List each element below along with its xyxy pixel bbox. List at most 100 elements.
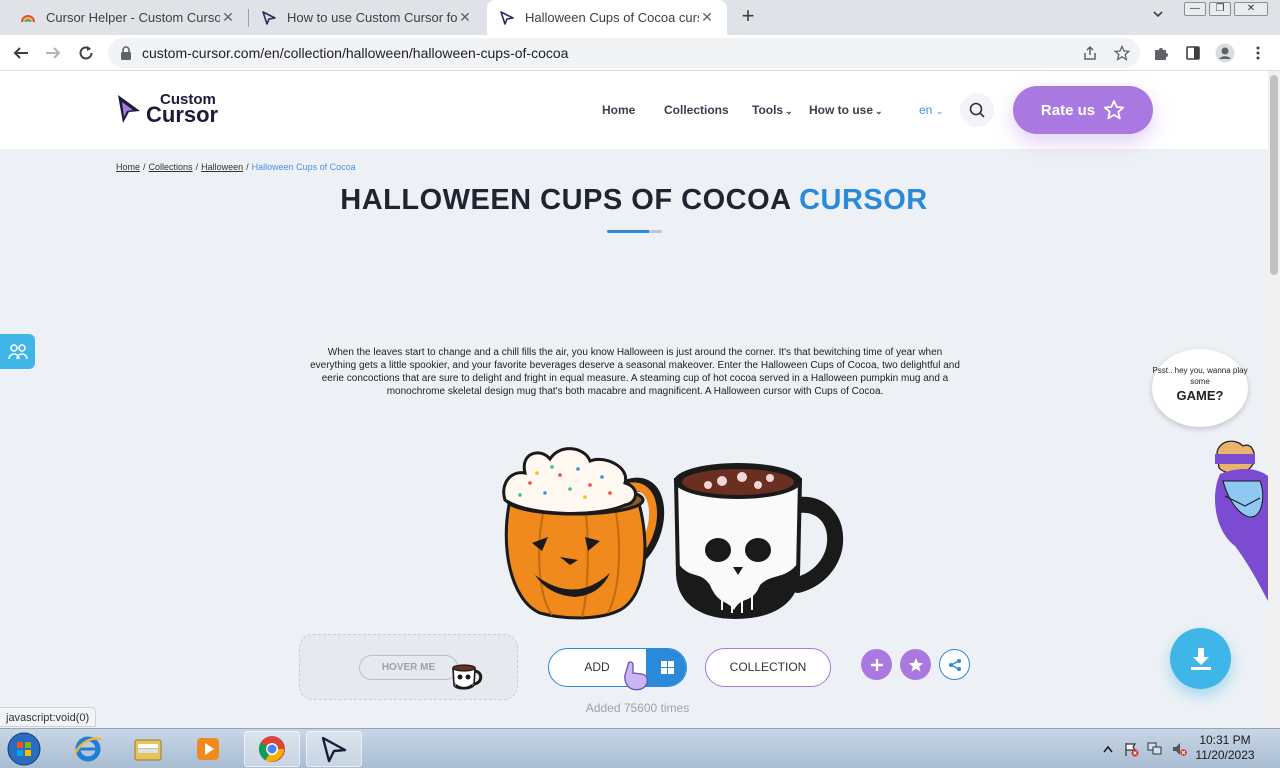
rate-us-button[interactable]: Rate us [1013, 86, 1153, 134]
restore-window-button[interactable]: ❐ [1209, 2, 1231, 16]
language-selector[interactable]: en ⌄ [919, 103, 943, 117]
forward-arrow-icon[interactable] [41, 41, 65, 65]
share-nodes-icon [948, 658, 961, 671]
collection-button[interactable]: COLLECTION [705, 648, 831, 687]
taskbar-custom-cursor-app[interactable] [306, 731, 362, 767]
added-count-text: Added 75600 times [585, 701, 690, 715]
browser-tab-1[interactable]: Cursor Helper - Custom Cursor ✕ [8, 0, 248, 35]
reload-icon[interactable] [74, 41, 98, 65]
cursor-description: When the leaves start to change and a ch… [310, 347, 960, 397]
more-menu-icon[interactable] [1248, 43, 1268, 63]
search-icon [969, 102, 985, 118]
star-icon [908, 657, 923, 671]
game-speech-bubble[interactable]: Psst.. hey you, wanna play some GAME? [1152, 349, 1248, 427]
address-bar[interactable]: custom-cursor.com/en/collection/hallowee… [108, 38, 1140, 68]
taskbar-file-explorer[interactable] [120, 731, 176, 767]
scrollbar-thumb[interactable] [1270, 75, 1278, 275]
tab-title: Halloween Cups of Cocoa cursor [525, 10, 699, 25]
profile-avatar-icon[interactable] [1215, 43, 1235, 63]
nav-how-to-use[interactable]: How to use ⌄ [809, 103, 883, 117]
close-window-button[interactable]: ✕ [1234, 2, 1268, 16]
nav-tools-label: Tools [752, 103, 784, 117]
page-title-main: HALLOWEEN CUPS OF COCOA [340, 184, 791, 216]
share-icon[interactable] [1081, 44, 1099, 62]
lock-icon [120, 46, 132, 65]
browser-toolbar: custom-cursor.com/en/collection/hallowee… [0, 35, 1280, 71]
cursor-arrow-icon [321, 736, 347, 763]
accessibility-side-tab[interactable] [0, 334, 35, 369]
breadcrumb-separator: / [246, 162, 249, 172]
side-panel-icon[interactable] [1183, 43, 1203, 63]
close-icon[interactable]: ✕ [220, 9, 236, 26]
mouse-hand-cursor-icon [624, 661, 648, 691]
new-tab-button[interactable]: + [736, 5, 760, 29]
chevron-down-icon: ⌄ [785, 106, 793, 116]
nav-collections[interactable]: Collections [664, 103, 729, 117]
hover-preview-box[interactable]: HOVER ME [299, 634, 518, 700]
star-outline-icon [1103, 100, 1125, 120]
browser-tab-2[interactable]: How to use Custom Cursor for W ✕ [249, 0, 485, 35]
close-icon[interactable]: ✕ [699, 9, 715, 26]
favorite-button[interactable] [900, 649, 931, 680]
windows-logo-icon [646, 649, 686, 686]
share-button[interactable] [939, 649, 970, 680]
show-hidden-icons-chevron-icon[interactable] [1100, 741, 1116, 757]
chevron-down-icon: ⌄ [875, 106, 883, 116]
skull-mug-cursor-icon [452, 664, 483, 690]
tab-title: How to use Custom Cursor for W [287, 10, 457, 25]
nav-tools[interactable]: Tools ⌄ [752, 103, 793, 117]
title-underline [607, 230, 662, 233]
cocoa-cups-cursor-image [502, 447, 844, 620]
nav-how-to-use-label: How to use [809, 103, 874, 117]
internet-explorer-icon [73, 736, 102, 762]
breadcrumb-home[interactable]: Home [116, 162, 140, 172]
cursor-arrow-icon [261, 10, 277, 26]
clock-time: 10:31 PM [1199, 733, 1251, 747]
page-title: HALLOWEEN CUPS OF COCOA CURSOR [0, 184, 1268, 217]
bubble-small-text: Psst.. hey you, wanna play some [1152, 366, 1248, 386]
ninja-mascot-image[interactable] [1205, 436, 1268, 601]
close-icon[interactable]: ✕ [457, 9, 473, 26]
page-scrollbar[interactable] [1268, 71, 1280, 728]
search-button[interactable] [960, 93, 994, 127]
system-clock[interactable]: 10:31 PM 11/20/2023 [1190, 733, 1260, 763]
tab-search-chevron-icon[interactable] [1152, 8, 1164, 23]
taskbar-media-player[interactable] [180, 731, 236, 767]
logo-text-line2: Cursor [146, 102, 219, 127]
plus-icon [870, 658, 883, 671]
site-header: Custom Cursor Home Collections Tools ⌄ Ho… [0, 71, 1268, 149]
language-label: en [919, 103, 933, 117]
back-arrow-icon[interactable] [9, 41, 33, 65]
download-icon [1190, 647, 1211, 670]
breadcrumb-separator: / [195, 162, 199, 172]
cursor-arrow-icon [499, 10, 515, 26]
breadcrumb-halloween[interactable]: Halloween [201, 162, 243, 172]
network-icon[interactable] [1147, 741, 1163, 757]
action-center-flag-icon[interactable] [1123, 741, 1139, 757]
taskbar-internet-explorer[interactable] [60, 731, 116, 767]
extensions-puzzle-icon[interactable] [1151, 43, 1171, 63]
nav-home[interactable]: Home [602, 103, 635, 117]
media-player-icon [197, 738, 219, 760]
folder-icon [134, 739, 162, 761]
clock-date: 11/20/2023 [1195, 748, 1255, 762]
bookmark-star-icon[interactable] [1113, 44, 1131, 62]
volume-muted-icon[interactable] [1171, 741, 1187, 757]
tab-title: Cursor Helper - Custom Cursor [46, 10, 220, 25]
taskbar-chrome[interactable] [244, 731, 300, 767]
download-button[interactable] [1170, 628, 1231, 689]
logo-cursor-icon [118, 95, 140, 123]
hover-me-button[interactable]: HOVER ME [359, 655, 458, 680]
pumpkin-mug-image [502, 447, 665, 620]
chrome-icon [258, 736, 285, 762]
browser-tab-3-active[interactable]: Halloween Cups of Cocoa cursor ✕ [487, 0, 727, 35]
add-cursor-button[interactable]: ADD [548, 648, 687, 687]
add-plus-button[interactable] [861, 649, 892, 680]
breadcrumb-current: Halloween Cups of Cocoa [251, 162, 356, 172]
bubble-game-text: GAME? [1176, 388, 1224, 403]
start-button[interactable] [4, 730, 44, 768]
breadcrumb: Home / Collections / Halloween / Halloween Cup… [116, 162, 356, 172]
breadcrumb-collections[interactable]: Collections [149, 162, 193, 172]
site-logo[interactable]: Custom Cursor [116, 91, 218, 127]
minimize-window-button[interactable]: — [1184, 2, 1206, 16]
